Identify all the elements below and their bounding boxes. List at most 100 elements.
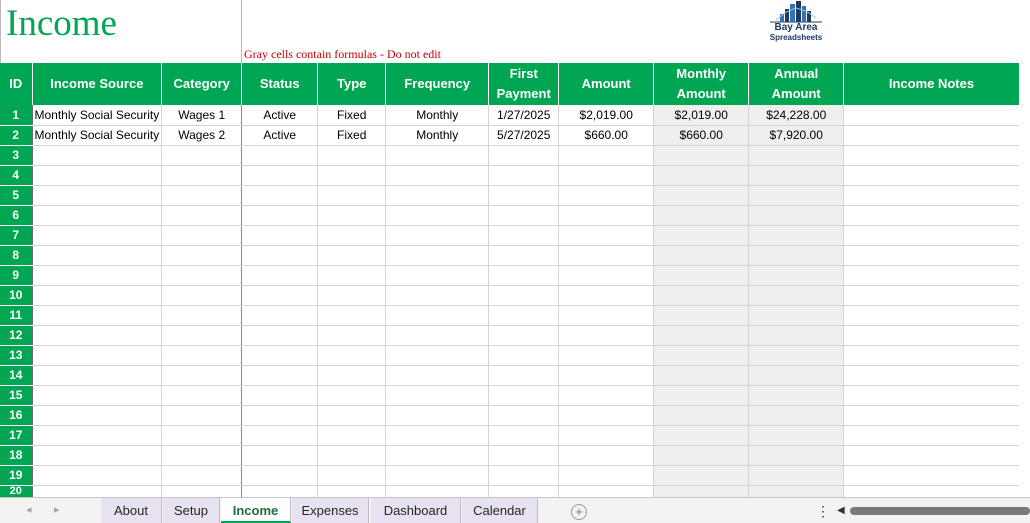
cell-amount[interactable] [558, 485, 655, 498]
scroll-tabs-left-icon[interactable]: ◂ [26, 503, 32, 516]
cell-notes[interactable] [843, 265, 1019, 286]
cell-source[interactable] [32, 445, 163, 466]
cell-monthly_amount[interactable] [653, 325, 750, 346]
cell-status[interactable] [241, 425, 319, 446]
cell-source[interactable] [32, 405, 163, 426]
cell-status[interactable] [241, 305, 319, 326]
cell-notes[interactable] [843, 465, 1019, 486]
cell-frequency[interactable] [385, 445, 490, 466]
cell-status[interactable] [241, 285, 319, 306]
cell-category[interactable]: Wages 2 [161, 125, 243, 146]
cell-frequency[interactable] [385, 265, 490, 286]
cell-first_payment[interactable] [488, 425, 560, 446]
cell-annual_amount[interactable] [748, 265, 845, 286]
cell-category[interactable]: Wages 1 [161, 105, 243, 126]
cell-annual_amount[interactable] [748, 425, 845, 446]
cell-status[interactable] [241, 385, 319, 406]
cell-type[interactable] [317, 405, 387, 426]
cell-first_payment[interactable] [488, 345, 560, 366]
cell-source[interactable] [32, 345, 163, 366]
cell-monthly_amount[interactable] [653, 245, 750, 266]
tab-about[interactable]: About [101, 498, 162, 523]
cell-annual_amount[interactable] [748, 245, 845, 266]
cell-annual_amount[interactable] [748, 185, 845, 206]
cell-annual_amount[interactable]: $24,228.00 [748, 105, 845, 126]
cell-notes[interactable] [843, 225, 1019, 246]
cell-status[interactable] [241, 205, 319, 226]
cell-type[interactable] [317, 365, 387, 386]
cell-amount[interactable] [558, 345, 655, 366]
cell-source[interactable] [32, 245, 163, 266]
cell-amount[interactable] [558, 245, 655, 266]
column-header-notes[interactable]: Income Notes [843, 63, 1019, 105]
cell-notes[interactable] [843, 205, 1019, 226]
column-header-first_payment[interactable]: First Payment [488, 63, 560, 105]
cell-source[interactable] [32, 385, 163, 406]
cell-frequency[interactable] [385, 285, 490, 306]
cell-annual_amount[interactable] [748, 325, 845, 346]
cell-monthly_amount[interactable] [653, 385, 750, 406]
column-header-amount[interactable]: Amount [558, 63, 655, 105]
cell-source[interactable]: Monthly Social Security [32, 105, 163, 126]
cell-first_payment[interactable] [488, 145, 560, 166]
cell-type[interactable] [317, 445, 387, 466]
cell-type[interactable] [317, 485, 387, 498]
cell-annual_amount[interactable] [748, 485, 845, 498]
cell-first_payment[interactable] [488, 365, 560, 386]
cell-first_payment[interactable]: 5/27/2025 [488, 125, 560, 146]
cell-monthly_amount[interactable] [653, 445, 750, 466]
cell-source[interactable] [32, 325, 163, 346]
cell-annual_amount[interactable] [748, 445, 845, 466]
cell-category[interactable] [161, 185, 243, 206]
cell-monthly_amount[interactable] [653, 345, 750, 366]
cell-type[interactable] [317, 325, 387, 346]
scroll-left-arrow-icon[interactable]: ◀ [837, 505, 845, 516]
cell-monthly_amount[interactable] [653, 365, 750, 386]
column-header-category[interactable]: Category [161, 63, 243, 105]
cell-first_payment[interactable] [488, 305, 560, 326]
cell-amount[interactable] [558, 385, 655, 406]
cell-status[interactable] [241, 185, 319, 206]
cell-first_payment[interactable] [488, 205, 560, 226]
cell-annual_amount[interactable] [748, 465, 845, 486]
cell-annual_amount[interactable] [748, 205, 845, 226]
cell-first_payment[interactable] [488, 485, 560, 498]
cell-monthly_amount[interactable]: $2,019.00 [653, 105, 750, 126]
cell-monthly_amount[interactable] [653, 165, 750, 186]
cell-monthly_amount[interactable] [653, 225, 750, 246]
formula-note[interactable]: Gray cells contain formulas - Do not edi… [244, 47, 441, 62]
cell-source[interactable] [32, 165, 163, 186]
cell-amount[interactable] [558, 425, 655, 446]
cell-notes[interactable] [843, 305, 1019, 326]
cell-type[interactable] [317, 385, 387, 406]
cell-status[interactable]: Active [241, 105, 319, 126]
cell-first_payment[interactable] [488, 405, 560, 426]
cell-category[interactable] [161, 465, 243, 486]
cell-frequency[interactable] [385, 365, 490, 386]
cell-type[interactable] [317, 285, 387, 306]
cell-type[interactable] [317, 305, 387, 326]
tab-expenses[interactable]: Expenses [292, 498, 369, 523]
cell-category[interactable] [161, 225, 243, 246]
column-header-source[interactable]: Income Source [32, 63, 163, 105]
cell-category[interactable] [161, 245, 243, 266]
cell-first_payment[interactable] [488, 245, 560, 266]
cell-annual_amount[interactable] [748, 385, 845, 406]
cell-monthly_amount[interactable] [653, 485, 750, 498]
cell-status[interactable] [241, 485, 319, 498]
cell-frequency[interactable] [385, 385, 490, 406]
cell-annual_amount[interactable] [748, 305, 845, 326]
cell-frequency[interactable] [385, 405, 490, 426]
cell-status[interactable] [241, 365, 319, 386]
column-header-monthly_amount[interactable]: Monthly Amount [653, 63, 750, 105]
cell-source[interactable] [32, 425, 163, 446]
cell-status[interactable] [241, 145, 319, 166]
cell-frequency[interactable] [385, 165, 490, 186]
cell-frequency[interactable] [385, 305, 490, 326]
cell-frequency[interactable]: Monthly [385, 125, 490, 146]
cell-notes[interactable] [843, 485, 1019, 498]
cell-monthly_amount[interactable] [653, 285, 750, 306]
cell-status[interactable] [241, 245, 319, 266]
cell-first_payment[interactable] [488, 165, 560, 186]
add-sheet-icon[interactable]: + [571, 504, 587, 520]
